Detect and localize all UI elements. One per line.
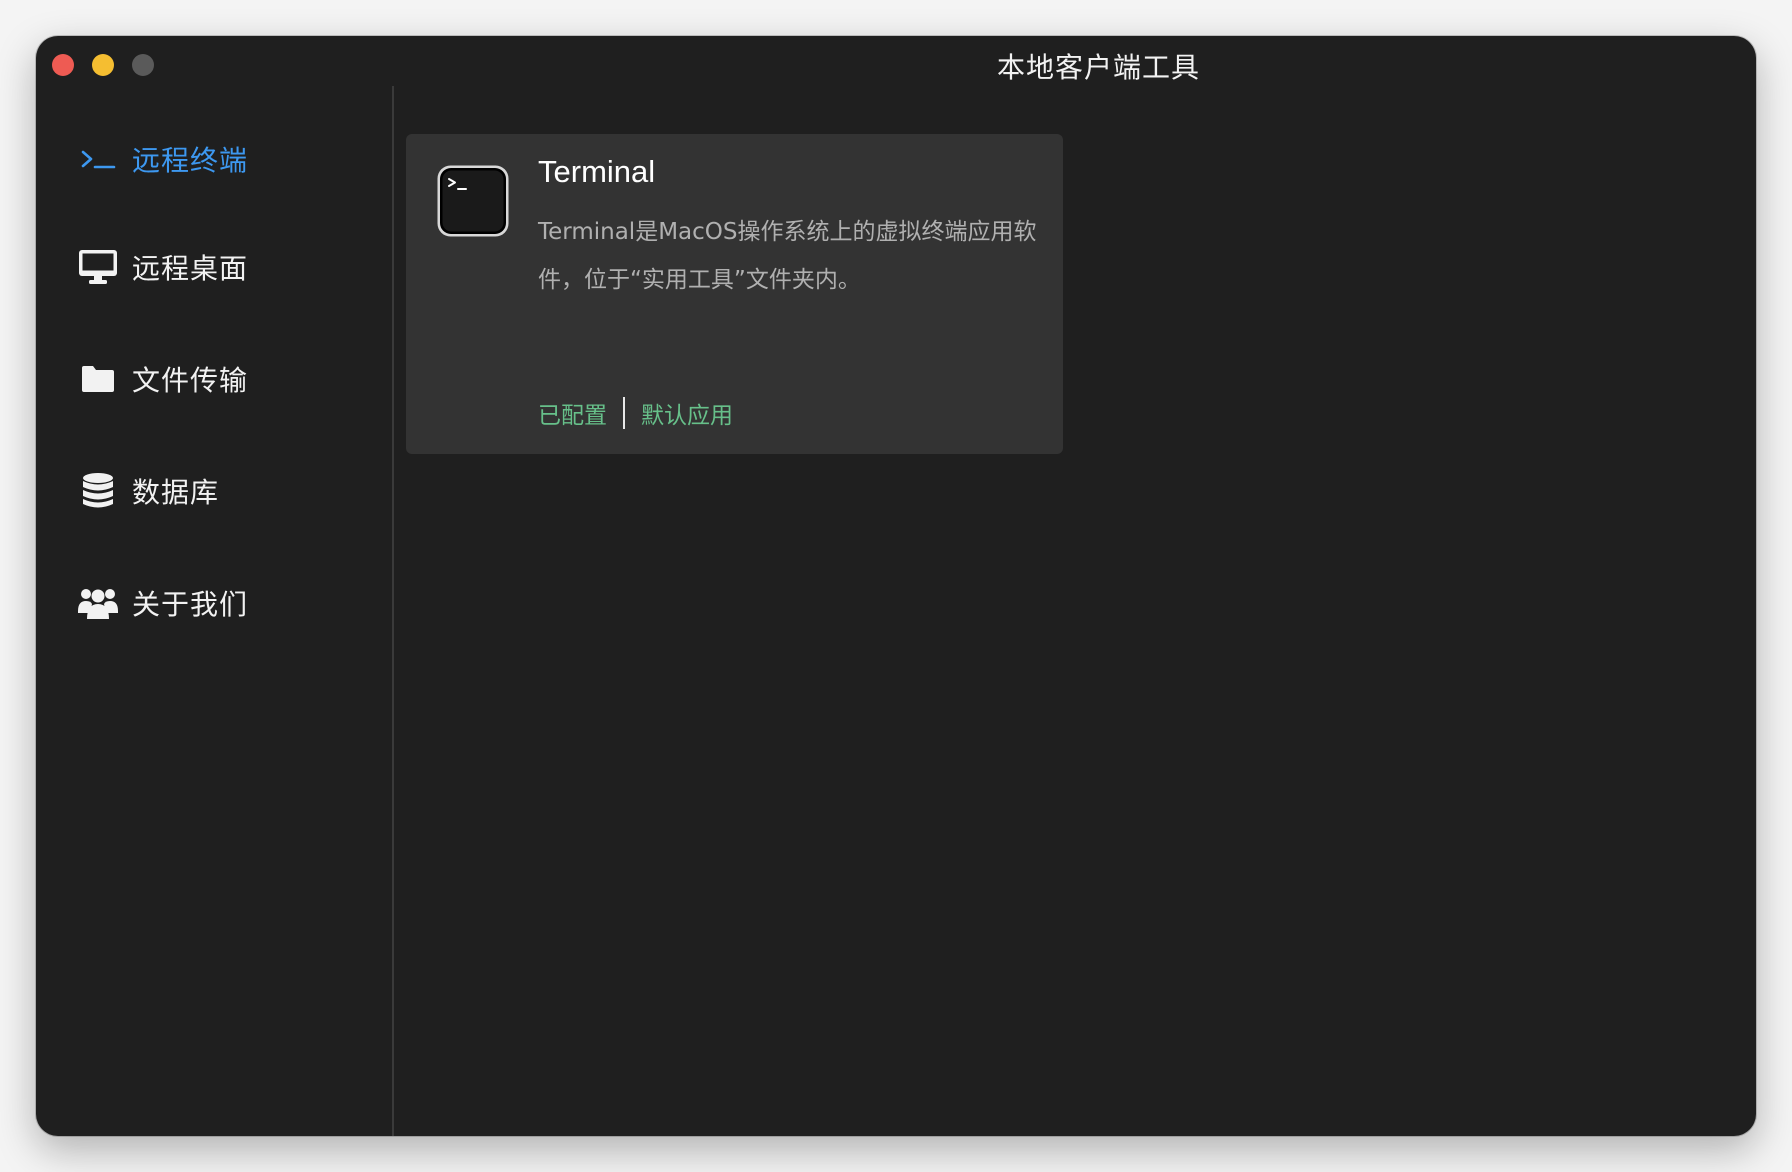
maximize-window-button[interactable] [132, 54, 154, 76]
sidebar-item-file-transfer[interactable]: 文件传输 [78, 354, 248, 404]
database-icon [78, 471, 118, 511]
monitor-icon [78, 247, 118, 287]
terminal-prompt-icon [78, 139, 118, 179]
users-icon [78, 583, 118, 623]
sidebar-item-label: 数据库 [132, 476, 220, 509]
title-bar[interactable]: 本地客户端工具 [36, 36, 1756, 92]
app-card-title: Terminal [538, 154, 656, 189]
sidebar-item-database[interactable]: 数据库 [78, 466, 219, 516]
sidebar-item-about-us[interactable]: 关于我们 [78, 578, 248, 628]
action-separator [623, 397, 625, 429]
app-card-terminal[interactable]: Terminal Terminal是MacOS操作系统上的虚拟终端应用软件，位于… [406, 134, 1063, 454]
configured-link[interactable]: 已配置 [538, 396, 607, 430]
sidebar-item-remote-terminal[interactable]: 远程终端 [78, 134, 248, 184]
window-title: 本地客户端工具 [996, 51, 1200, 84]
folder-icon [78, 359, 118, 399]
close-window-button[interactable] [52, 54, 74, 76]
default-app-link[interactable]: 默认应用 [641, 396, 733, 430]
sidebar-item-label: 文件传输 [132, 364, 249, 397]
minimize-window-button[interactable] [92, 54, 114, 76]
main-content: Terminal Terminal是MacOS操作系统上的虚拟终端应用软件，位于… [394, 92, 1756, 1136]
sidebar-item-remote-desktop[interactable]: 远程桌面 [78, 242, 248, 292]
app-card-description: Terminal是MacOS操作系统上的虚拟终端应用软件，位于“实用工具”文件夹… [538, 219, 1037, 293]
sidebar-item-label: 远程桌面 [132, 252, 249, 285]
sidebar-item-label: 关于我们 [132, 588, 249, 621]
terminal-app-icon [436, 164, 510, 238]
app-card-actions: 已配置 默认应用 [538, 396, 733, 430]
sidebar: 远程终端 远程桌面 文件传输 数据库 关于我们 [36, 92, 392, 1136]
app-window: 本地客户端工具 远程终端 远程桌面 文件传输 数据库 关于我们 Terminal… [36, 36, 1756, 1136]
sidebar-item-label: 远程终端 [132, 144, 249, 177]
